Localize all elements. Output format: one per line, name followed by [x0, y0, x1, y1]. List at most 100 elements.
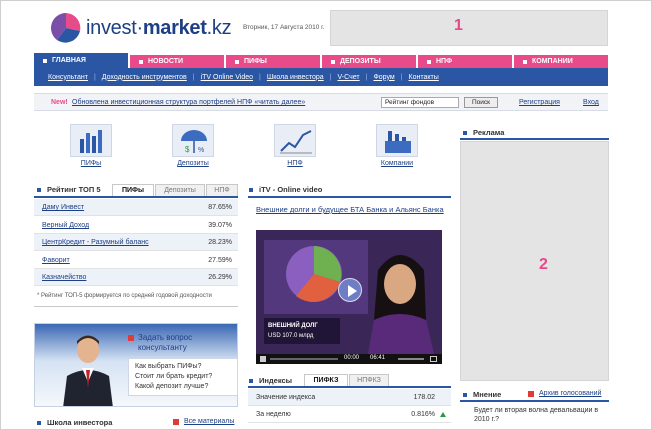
logo-text: invest·market.kz: [86, 16, 232, 39]
rating-tab-pifs[interactable]: ПИФы: [112, 184, 154, 196]
archive-bullet-icon: [528, 391, 534, 397]
index-value: 0.816%: [411, 411, 435, 418]
question-item: Какой депозит лучше?: [135, 383, 209, 390]
rating-value: 87.65%: [208, 204, 232, 211]
rating-note: * Рейтинг ТОП-5 формируется по средней г…: [37, 293, 212, 299]
seek-bar[interactable]: [270, 358, 338, 360]
tab-main[interactable]: ГЛАВНАЯ: [34, 53, 128, 68]
video-player[interactable]: ВНЕШНИЙ ДОЛГ USD 107.0 млрд 00:00 06:41: [256, 230, 442, 364]
umbrella-money-icon: $ %: [172, 124, 214, 157]
rating-value: 26.29%: [208, 274, 232, 281]
index-tab-npfkz[interactable]: НПФКЗ: [349, 374, 389, 386]
svg-text:$: $: [185, 145, 190, 154]
all-materials-link[interactable]: Все материалы: [184, 418, 234, 425]
side-banner[interactable]: [460, 141, 609, 381]
tab-pifs[interactable]: ПИФЫ: [226, 55, 320, 68]
play-button-icon[interactable]: [338, 278, 362, 302]
video-controls: 00:00 06:41: [256, 354, 442, 364]
rating-fund-link[interactable]: ЦентрКредит - Разумный баланс: [42, 239, 149, 246]
side-banner-number: 2: [539, 256, 548, 273]
bar-chart-icon: [70, 124, 112, 157]
ask-bullet-icon: [128, 335, 134, 341]
rating-fund-link[interactable]: Фаворит: [42, 257, 70, 264]
ads-rule: [460, 138, 609, 140]
rating-fund-link[interactable]: Казначейство: [42, 274, 86, 281]
time-current: 00:00: [344, 355, 360, 361]
login-link[interactable]: Вход: [583, 99, 599, 106]
index-tab-pifkz[interactable]: ПИФКЗ: [304, 374, 348, 386]
volume-slider[interactable]: [398, 358, 424, 360]
video-link[interactable]: Внешние долги и будущее БТА Банка и Алья…: [256, 205, 451, 215]
poll-title: Мнение: [463, 390, 501, 399]
svg-text:%: %: [198, 147, 204, 154]
index-value: 178.02: [413, 394, 435, 401]
section-bullet-icon: [249, 378, 253, 383]
register-link[interactable]: Регистрация: [519, 99, 560, 106]
nav-itv[interactable]: iTV Online Video: [201, 74, 253, 81]
pause-icon[interactable]: [260, 356, 266, 362]
rating-fund-link[interactable]: Верный Доход: [42, 222, 89, 229]
top-banner[interactable]: [330, 10, 608, 46]
category-companies[interactable]: Компании: [367, 124, 427, 167]
main-tabs: ГЛАВНАЯ НОВОСТИ ПИФЫ ДЕПОЗИТЫ НПФ КОМПАН…: [34, 53, 608, 68]
site-logo[interactable]: invest·market.kz: [49, 11, 232, 45]
rating-value: 27.59%: [208, 257, 232, 264]
index-label: Значение индекса: [256, 394, 316, 401]
index-row: За неделю 0.816%: [248, 406, 451, 423]
category-npf[interactable]: НПФ: [265, 124, 325, 167]
rating-value: 39.07%: [208, 222, 232, 229]
nav-v-account[interactable]: V-Счет: [338, 74, 360, 81]
tab-bullet-icon: [523, 59, 527, 64]
fullscreen-icon[interactable]: [430, 356, 437, 362]
nav-separator: |: [259, 73, 261, 81]
tab-companies[interactable]: КОМПАНИИ: [514, 55, 608, 68]
page: invest·market.kz Вторник, 17 Августа 201…: [0, 0, 652, 430]
nav-school[interactable]: Школа инвестора: [267, 74, 324, 81]
tab-bullet-icon: [331, 59, 335, 64]
rating-row: Фаворит 27.59%: [34, 252, 238, 269]
ask-consultant-link[interactable]: Задать вопрос консультанту: [138, 333, 236, 353]
tab-bullet-icon: [427, 59, 431, 64]
rating-title: Рейтинг ТОП 5: [37, 185, 101, 194]
nav-separator: |: [93, 73, 96, 81]
poll-question: Будет ли вторая волна девальвации в 2010…: [474, 407, 599, 423]
sub-nav: Консультант | Доходность инструментов | iT…: [34, 68, 608, 86]
poll-archive-link[interactable]: Архив голосований: [539, 390, 601, 397]
all-materials-bullet-icon: [173, 419, 179, 425]
consultant-questions: Как выбрать ПИФы? Стоит ли брать кредит?…: [128, 358, 238, 396]
rating-row: Казначейство 26.29%: [34, 269, 238, 286]
up-arrow-icon: [440, 412, 446, 417]
tab-npf[interactable]: НПФ: [418, 55, 512, 68]
search-button[interactable]: Поиск: [464, 97, 498, 108]
section-bullet-icon: [463, 392, 467, 397]
nav-contacts[interactable]: Контакты: [409, 74, 439, 81]
rating-fund-link[interactable]: Даму Инвест: [42, 204, 84, 211]
search-input[interactable]: Рейтинг фондов: [381, 97, 459, 108]
nav-consultant[interactable]: Консультант: [48, 74, 88, 81]
category-label: НПФ: [287, 160, 303, 167]
tab-deposits[interactable]: ДЕПОЗИТЫ: [322, 55, 416, 68]
category-deposits[interactable]: $ % Депозиты: [163, 124, 223, 167]
news-link[interactable]: Обновлена инвестиционная структура портф…: [72, 99, 305, 106]
rating-value: 28.23%: [208, 239, 232, 246]
tab-bullet-icon: [139, 59, 143, 64]
category-pifs[interactable]: ПИФы: [61, 124, 121, 167]
nav-separator: |: [329, 73, 332, 81]
category-label: ПИФы: [80, 160, 102, 167]
tab-bullet-icon: [43, 58, 47, 63]
video-title: iTV - Online video: [249, 185, 322, 194]
current-date: Вторник, 17 Августа 2010 г.: [243, 24, 325, 31]
school-title: Школа инвестора: [37, 418, 112, 427]
rating-tab-npf[interactable]: НПФ: [206, 184, 238, 196]
rating-tab-deposits[interactable]: Депозиты: [155, 184, 205, 196]
category-label: Компании: [380, 160, 414, 167]
index-row: Значение индекса 178.02: [248, 389, 451, 406]
rating-rule: [34, 196, 238, 198]
question-item: Стоит ли брать кредит?: [135, 373, 213, 380]
tab-news[interactable]: НОВОСТИ: [130, 55, 224, 68]
nav-yield[interactable]: Доходность инструментов: [102, 74, 187, 81]
time-total: 06:41: [370, 355, 386, 361]
nav-forum[interactable]: Форум: [373, 74, 394, 81]
ads-title: Реклама: [463, 128, 504, 137]
logo-mark-icon: [51, 13, 81, 43]
